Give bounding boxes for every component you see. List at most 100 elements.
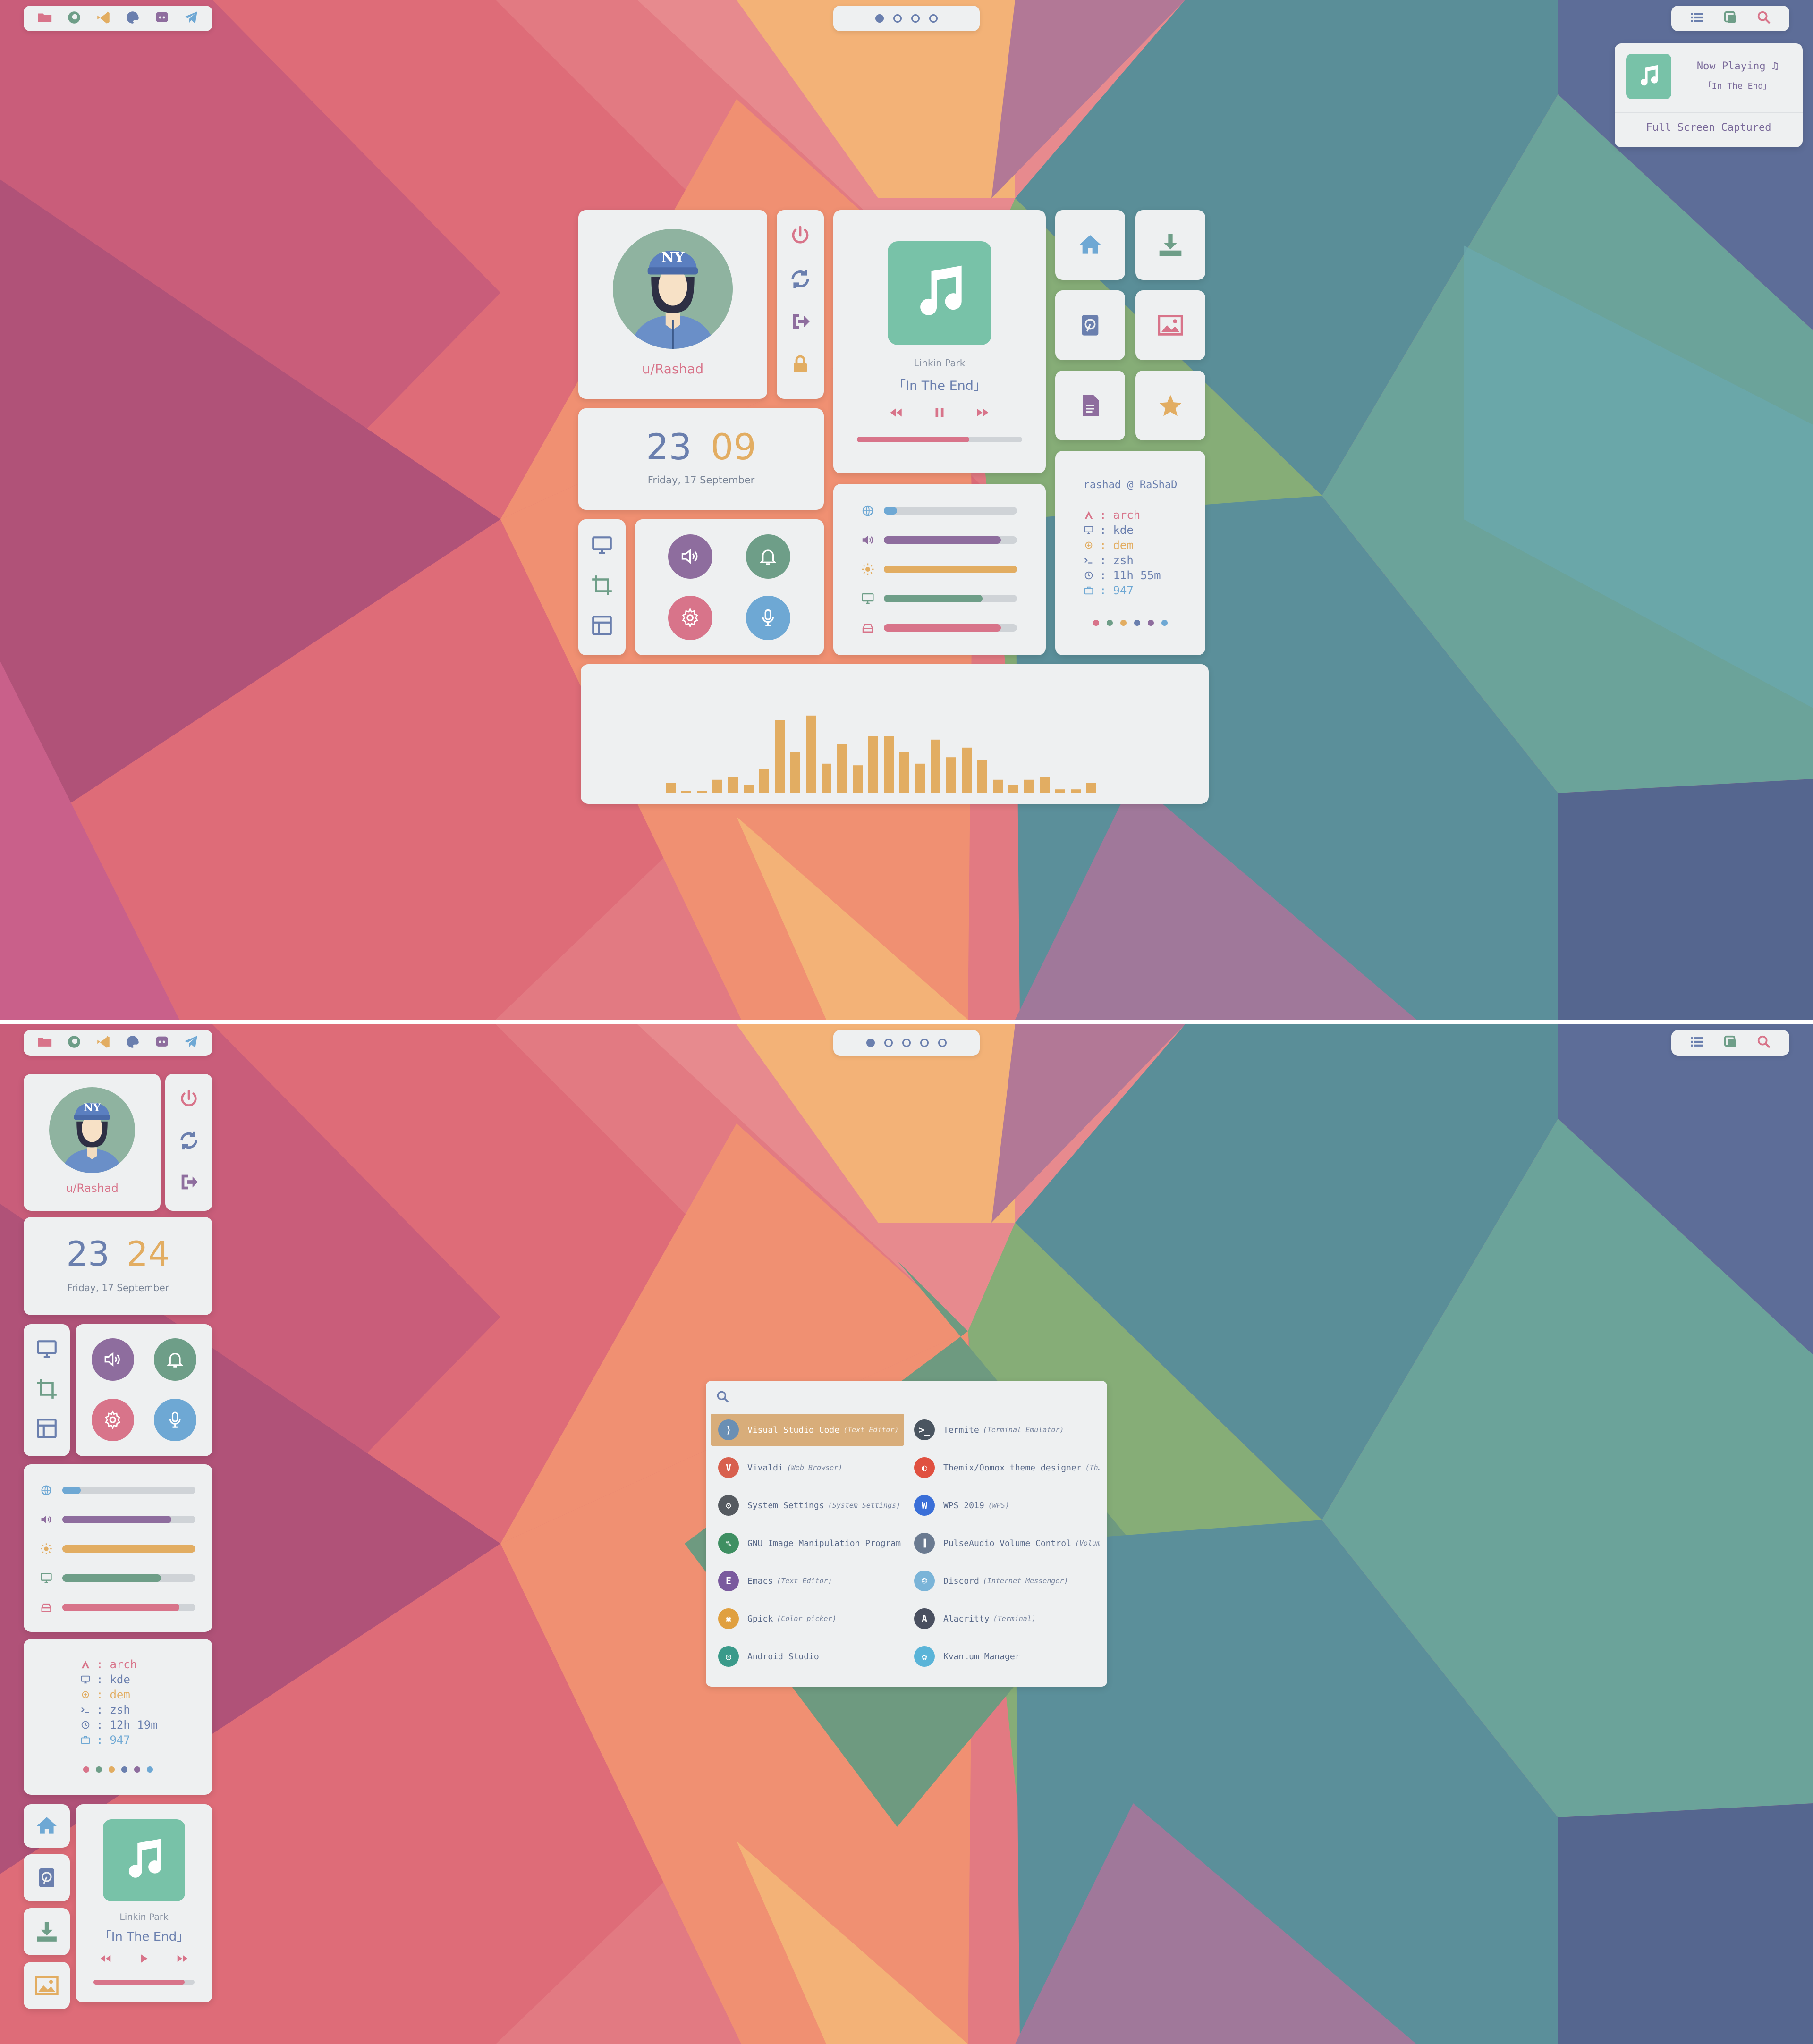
next-track-icon[interactable] [176, 1951, 190, 1968]
slider-track[interactable] [62, 1604, 195, 1611]
launcher-app-item[interactable]: ☺ Discord (Internet Messenger) [906, 1565, 1100, 1597]
settings-toggle[interactable] [668, 596, 712, 640]
discord-icon[interactable] [154, 9, 170, 27]
palette-icon[interactable] [125, 9, 141, 27]
next-track-icon[interactable] [975, 405, 991, 422]
music-progress-track[interactable] [857, 437, 1022, 442]
home-tile[interactable] [1055, 210, 1125, 280]
crop-icon[interactable] [35, 1377, 59, 1402]
downloads-tile[interactable] [24, 1908, 70, 1955]
vscode-icon[interactable] [95, 1034, 111, 1052]
layout-icon[interactable] [590, 614, 614, 639]
telegram-icon[interactable] [183, 1034, 199, 1052]
workspace-dot-2[interactable] [884, 1039, 893, 1047]
power-icon[interactable] [178, 1088, 200, 1112]
volume-toggle[interactable] [92, 1338, 134, 1381]
vscode-icon[interactable] [95, 9, 111, 27]
launcher-app-item[interactable]: ✿ Kvantum Manager [906, 1640, 1100, 1672]
microphone-toggle[interactable] [746, 596, 790, 640]
previous-track-icon[interactable] [888, 405, 904, 422]
notification-toggle[interactable] [154, 1338, 196, 1381]
slider-track[interactable] [62, 1574, 195, 1582]
pause-icon[interactable] [932, 405, 948, 422]
slider-track[interactable] [884, 566, 1017, 573]
slider-track[interactable] [62, 1545, 195, 1553]
workspace-dot-5[interactable] [938, 1039, 947, 1047]
list-icon[interactable] [1689, 9, 1705, 27]
pictures-tile[interactable] [1135, 290, 1205, 360]
reboot-icon[interactable] [789, 268, 812, 290]
workspace-dot-2[interactable] [893, 14, 902, 23]
workspace-dot-4[interactable] [929, 14, 938, 23]
username-label: u/Rashad [642, 361, 704, 377]
crop-icon[interactable] [590, 574, 614, 599]
discord-icon[interactable] [154, 1034, 170, 1052]
music-progress-track[interactable] [93, 1980, 195, 1985]
play-icon[interactable] [137, 1951, 151, 1968]
wifi-icon [41, 1485, 51, 1495]
launcher-app-item[interactable]: A Alacritty (Terminal) [906, 1603, 1100, 1635]
favorites-tile[interactable] [1135, 371, 1205, 440]
screenshot-icon[interactable] [1722, 1034, 1738, 1052]
workspace-dot-4[interactable] [920, 1039, 929, 1047]
layout-icon[interactable] [35, 1417, 59, 1442]
launcher-app-item[interactable]: ✎ GNU Image Manipulation Program … [711, 1527, 904, 1559]
logout-icon[interactable] [789, 310, 812, 333]
launcher-app-item[interactable]: ◐ Themix/Oomox theme designer(Th… [906, 1452, 1100, 1484]
slider-track[interactable] [884, 507, 1017, 515]
pictures-tile[interactable] [24, 1962, 70, 2009]
slider-track[interactable] [62, 1487, 195, 1494]
folder-icon[interactable] [37, 9, 53, 27]
notification-popup[interactable]: Now Playing ♫ 「In The End」 Full Screen C… [1615, 43, 1803, 147]
visualizer-bar [728, 777, 738, 793]
launcher-app-item[interactable]: ◎ Android Studio [711, 1640, 904, 1672]
search-icon[interactable] [1756, 9, 1772, 27]
visualizer-bar [1024, 779, 1034, 793]
launcher-search-input[interactable] [735, 1387, 1094, 1406]
home-tile[interactable] [24, 1804, 70, 1848]
search-icon[interactable] [1756, 1034, 1772, 1052]
workspace-dot-1[interactable] [866, 1039, 875, 1047]
disk-tile[interactable] [1055, 290, 1125, 360]
launcher-app-item[interactable]: E Emacs (Text Editor) [711, 1565, 904, 1597]
monitor-icon[interactable] [35, 1337, 59, 1363]
workspace-dot-3[interactable] [911, 14, 920, 23]
volume-toggle[interactable] [668, 534, 712, 579]
logout-icon[interactable] [178, 1171, 200, 1195]
documents-tile[interactable] [1055, 371, 1125, 440]
firefox-icon[interactable] [66, 1034, 82, 1052]
previous-track-icon[interactable] [98, 1951, 112, 1968]
launcher-app-item[interactable]: ◉ Gpick (Color picker) [711, 1603, 904, 1635]
settings-toggle[interactable] [92, 1399, 134, 1441]
firefox-icon[interactable] [66, 9, 82, 27]
workspace-dot-1[interactable] [875, 14, 884, 23]
launcher-app-item[interactable]: W WPS 2019 (WPS) [906, 1489, 1100, 1521]
reboot-icon[interactable] [178, 1130, 200, 1153]
app-name: Discord [943, 1576, 979, 1586]
notification-toggle[interactable] [746, 534, 790, 579]
avatar: NY [49, 1087, 135, 1173]
launcher-app-item[interactable]: V Vivaldi (Web Browser) [711, 1452, 904, 1484]
screenshot-icon[interactable] [1722, 9, 1738, 27]
list-icon[interactable] [1689, 1034, 1705, 1052]
launcher-app-item[interactable]: ⚙ System Settings (System Settings) [711, 1489, 904, 1521]
disk-tile[interactable] [24, 1854, 70, 1901]
slider-track[interactable] [884, 624, 1017, 632]
folder-icon[interactable] [37, 1034, 53, 1052]
launcher-app-item[interactable]: ⫼ PulseAudio Volume Control (Volum… [906, 1527, 1100, 1559]
launcher-app-item[interactable]: ⟩ Visual Studio Code (Text Editor) [711, 1414, 904, 1446]
android-studio-icon: ◎ [718, 1646, 739, 1667]
launcher-app-item[interactable]: >_ Termite (Terminal Emulator) [906, 1414, 1100, 1446]
palette-icon[interactable] [125, 1034, 141, 1052]
lock-icon[interactable] [789, 353, 812, 375]
settings-icon: ⚙ [718, 1495, 739, 1516]
workspace-dot-3[interactable] [902, 1039, 911, 1047]
power-icon[interactable] [789, 224, 812, 247]
downloads-tile[interactable] [1135, 210, 1205, 280]
telegram-icon[interactable] [183, 9, 199, 27]
slider-track[interactable] [884, 595, 1017, 602]
monitor-icon[interactable] [590, 533, 614, 559]
slider-track[interactable] [884, 536, 1017, 544]
microphone-toggle[interactable] [154, 1399, 196, 1441]
slider-track[interactable] [62, 1516, 195, 1523]
